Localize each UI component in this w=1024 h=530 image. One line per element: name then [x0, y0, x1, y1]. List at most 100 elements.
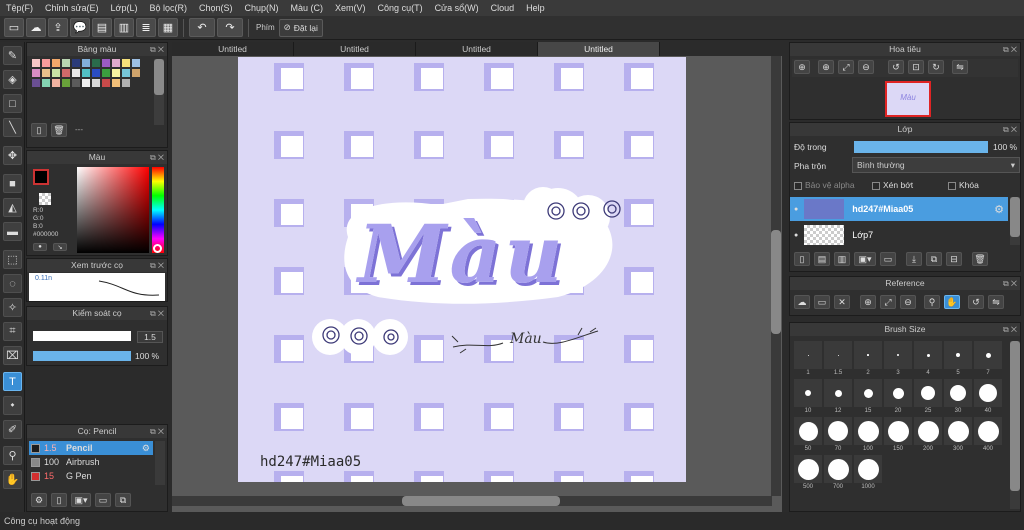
menu-item[interactable]: Công cụ(T) — [378, 3, 423, 13]
visibility-icon[interactable]: ● — [794, 232, 798, 239]
brush-size-option[interactable] — [824, 379, 852, 407]
color-swatch[interactable] — [122, 79, 130, 87]
lasso-icon[interactable]: ◌ — [3, 274, 22, 293]
color-swatch[interactable] — [62, 69, 70, 77]
brush-size-option[interactable] — [854, 455, 882, 483]
layer-options-icon[interactable]: ⊟ — [946, 252, 962, 266]
visibility-icon[interactable]: ● — [794, 206, 798, 213]
color-swatch[interactable] — [132, 69, 140, 77]
blend-mode-select[interactable]: Bình thường ▾ — [852, 157, 1020, 173]
hand-tool-icon[interactable]: ✋ — [3, 470, 22, 489]
eyedropper-icon[interactable]: ⚲ — [3, 446, 22, 465]
line-tool-icon[interactable]: ╲ — [3, 118, 22, 137]
navigator-thumbnail[interactable]: Màu — [885, 81, 931, 117]
brush-size-option[interactable] — [824, 455, 852, 483]
menu-item[interactable]: Tệp(F) — [6, 3, 33, 13]
magic-wand-icon[interactable]: ✧ — [3, 298, 22, 317]
horizontal-scrollbar[interactable] — [172, 496, 772, 506]
drawing-canvas[interactable]: Màu Màu hd247#Miaa05 — [238, 57, 686, 482]
add-brush-icon[interactable]: ▯ — [51, 493, 67, 507]
fill-rect-tool-icon[interactable]: ■ — [3, 174, 22, 193]
color-swatch[interactable] — [112, 59, 120, 67]
move-tool-icon[interactable]: ✥ — [3, 146, 22, 165]
color-swatch[interactable] — [112, 69, 120, 77]
flip-icon[interactable]: ⇋ — [952, 60, 968, 74]
brush-list-scrollbar[interactable] — [155, 441, 165, 485]
layer-icon[interactable]: ▤ — [92, 18, 112, 37]
color-swatch[interactable] — [52, 79, 60, 87]
size-value[interactable]: 1.5 — [137, 331, 163, 343]
brush-size-option[interactable] — [824, 341, 852, 369]
new-layer-icon[interactable]: ▯ — [794, 252, 810, 266]
menu-item[interactable]: Chỉnh sửa(E) — [45, 3, 99, 13]
color-swatch[interactable] — [92, 69, 100, 77]
color-swatch[interactable] — [102, 59, 110, 67]
delete-layer-icon[interactable]: 🗑 — [972, 252, 988, 266]
open-folder-icon[interactable]: ▭ — [814, 295, 830, 309]
menu-item[interactable]: Lớp(L) — [111, 3, 138, 13]
select-pen-icon[interactable]: ⌗ — [3, 322, 22, 341]
lock-checkbox[interactable]: Khóa — [948, 180, 979, 190]
cloud-icon[interactable]: ☁ — [26, 18, 46, 37]
cloud-icon[interactable]: ☁ — [794, 295, 810, 309]
export-icon[interactable]: ⇪ — [48, 18, 68, 37]
chat-icon[interactable]: 💬 — [70, 18, 90, 37]
select-eraser-icon[interactable]: ⌧ — [3, 346, 22, 365]
menu-item[interactable]: Cửa sổ(W) — [435, 3, 479, 13]
flip-icon[interactable]: ⇋ — [988, 295, 1004, 309]
gear-icon[interactable]: ⚙ — [994, 203, 1004, 216]
color-swatch[interactable] — [32, 59, 40, 67]
layer-opacity-slider[interactable] — [854, 141, 988, 153]
color-swatch[interactable] — [92, 79, 100, 87]
brush-dropdown-icon[interactable]: ▣▾ — [71, 493, 91, 507]
color-swatch[interactable] — [42, 79, 50, 87]
panel-maximize-icon[interactable]: ⧉ ✕ — [1003, 123, 1017, 136]
menu-icon[interactable]: ≣ — [136, 18, 156, 37]
brush-item[interactable]: 100 Airbrush — [29, 455, 153, 469]
reset-button[interactable]: ⊘ Đặt lại — [278, 18, 323, 37]
brush-size-option[interactable] — [854, 417, 882, 445]
brush-size-scrollbar[interactable] — [1010, 341, 1020, 509]
hue-slider[interactable] — [152, 167, 164, 253]
size-slider[interactable] — [33, 331, 131, 341]
merge-down-icon[interactable]: ⤓ — [906, 252, 922, 266]
color-swatch[interactable] — [132, 59, 140, 67]
reset-view-icon[interactable]: ⊡ — [908, 60, 924, 74]
menu-item[interactable]: Cloud — [491, 3, 515, 13]
gradient-tool-icon[interactable]: ▬ — [3, 222, 22, 241]
menu-item[interactable]: Xem(V) — [335, 3, 366, 13]
text-tool-icon[interactable]: T — [3, 372, 22, 391]
eyedropper-icon[interactable]: ⚲ — [924, 295, 940, 309]
brush-size-option[interactable] — [914, 417, 942, 445]
document-tab[interactable]: Untitled — [416, 42, 538, 56]
color-swatch[interactable] — [82, 59, 90, 67]
file-icon[interactable]: ▭ — [4, 18, 24, 37]
brush-item[interactable]: 15 G Pen — [29, 469, 153, 483]
menu-item[interactable]: Bộ lọc(R) — [149, 3, 187, 13]
color-swatch[interactable] — [52, 59, 60, 67]
rect-tool-icon[interactable]: □ — [3, 94, 22, 113]
color-swatch[interactable] — [102, 69, 110, 77]
hue-handle-icon[interactable] — [153, 244, 162, 253]
brush-settings-icon[interactable]: ⚙ — [31, 493, 47, 507]
palette-scrollbar[interactable] — [154, 59, 164, 125]
brush-item[interactable]: 1.5 Pencil ⚙ — [29, 441, 153, 455]
brush-size-option[interactable] — [974, 341, 1002, 369]
layer-item[interactable]: ● Lớp7 — [790, 223, 1008, 247]
brush-tool-icon[interactable]: ✎ — [3, 46, 22, 65]
select-rect-icon[interactable]: ⬚ — [3, 250, 22, 269]
brush-size-option[interactable] — [824, 417, 852, 445]
zoom-in-icon[interactable]: ⊕ — [860, 295, 876, 309]
brush-size-option[interactable] — [794, 417, 822, 445]
close-icon[interactable]: ✕ — [834, 295, 850, 309]
delete-palette-icon[interactable]: 🗑 — [51, 123, 67, 137]
brush-size-option[interactable] — [944, 379, 972, 407]
panel-maximize-icon[interactable]: ⧉ ✕ — [1003, 323, 1017, 336]
brush-size-option[interactable] — [794, 379, 822, 407]
add-color-icon[interactable]: ● — [33, 243, 47, 251]
gear-icon[interactable]: ⚙ — [142, 443, 150, 454]
brush-size-option[interactable] — [884, 341, 912, 369]
document-tab[interactable]: Untitled — [538, 42, 660, 56]
color-swatch[interactable] — [32, 69, 40, 77]
redo-button[interactable]: ↷ — [217, 18, 243, 37]
